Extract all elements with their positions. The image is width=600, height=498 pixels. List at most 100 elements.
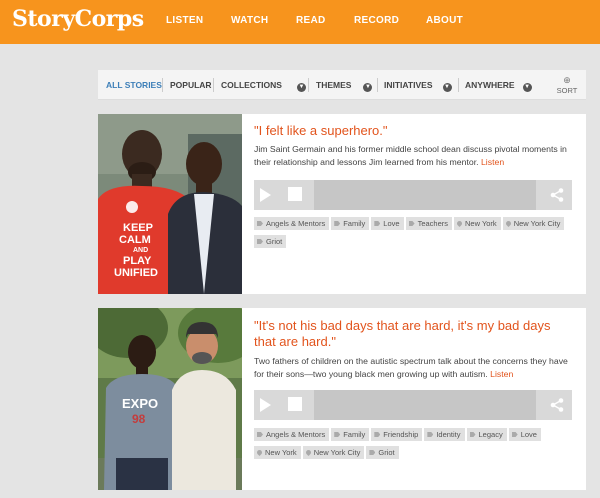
tag-icon xyxy=(408,221,415,226)
chevron-down-icon: ▼ xyxy=(442,83,452,92)
shirt-text: UNIFIED xyxy=(114,267,158,279)
filter-popular[interactable]: POPULAR xyxy=(170,80,212,90)
tag[interactable]: Legacy xyxy=(466,428,507,441)
filter-divider xyxy=(308,78,309,92)
filter-themes[interactable]: THEMES ▼ xyxy=(316,80,373,92)
location-tag[interactable]: New York City xyxy=(302,446,365,459)
tag-icon xyxy=(374,221,381,226)
filter-initiatives[interactable]: INITIATIVES ▼ xyxy=(384,80,452,92)
filter-bar: ALL STORIES POPULAR COLLECTIONS ▼ THEMES ▼… xyxy=(98,70,586,100)
location-label: New York City xyxy=(313,448,361,457)
story-photo[interactable]: EXPO 98 xyxy=(98,308,242,490)
chevron-down-icon: ▼ xyxy=(296,83,306,92)
nav-watch[interactable]: WATCH xyxy=(231,15,268,26)
story-title[interactable]: "It's not his bad days that are hard, it… xyxy=(254,318,574,350)
tag[interactable]: Angels & Mentors xyxy=(254,217,330,230)
tag-label: Family xyxy=(343,219,366,228)
nav-about[interactable]: ABOUT xyxy=(426,15,463,26)
storycorps-logo[interactable]: StoryCorps xyxy=(12,6,144,32)
tag[interactable]: Family xyxy=(331,217,370,230)
story-description: Jim Saint Germain and his former middle … xyxy=(254,143,574,169)
tag[interactable]: Love xyxy=(508,428,541,441)
story-description-text: Two fathers of children on the autistic … xyxy=(254,356,568,379)
nav-read[interactable]: READ xyxy=(296,15,326,26)
location-pin-icon xyxy=(255,448,264,457)
filter-all-stories[interactable]: ALL STORIES xyxy=(106,80,162,90)
location-pin-icon xyxy=(504,219,512,228)
plus-icon: ⊕ xyxy=(563,75,571,85)
location-label: New York City xyxy=(513,219,561,228)
play-icon[interactable] xyxy=(260,188,271,202)
tag-label: Angels & Mentors xyxy=(266,430,326,439)
tag-icon xyxy=(257,432,263,437)
tag-icon xyxy=(257,239,263,244)
story-title[interactable]: "I felt like a superhero." xyxy=(254,123,574,139)
stop-icon[interactable] xyxy=(288,397,302,411)
chevron-down-icon: ▼ xyxy=(522,83,532,92)
filter-initiatives-label: INITIATIVES xyxy=(384,80,433,90)
location-pin-icon xyxy=(304,448,312,457)
tag[interactable]: Identity xyxy=(424,428,465,441)
sort-button[interactable]: ⊕ SORT xyxy=(554,75,580,95)
tag-label: Griot xyxy=(266,237,283,246)
listen-link[interactable]: Listen xyxy=(490,369,513,379)
tag-icon xyxy=(511,432,518,437)
tag-label: Love xyxy=(383,219,400,228)
tag[interactable]: Family xyxy=(331,428,370,441)
story-card: KEEP CALM AND PLAY UNIFIED "I felt like … xyxy=(98,114,586,294)
tag[interactable]: Angels & Mentors xyxy=(254,428,330,441)
story-description-text: Jim Saint Germain and his former middle … xyxy=(254,144,567,167)
listen-link[interactable]: Listen xyxy=(481,157,504,167)
shirt-text: AND xyxy=(133,247,148,254)
shirt-text: 98 xyxy=(132,412,146,426)
location-tag[interactable]: New York xyxy=(454,217,501,230)
shirt-text: EXPO xyxy=(122,396,158,411)
tag[interactable]: Teachers xyxy=(405,217,452,230)
audio-player xyxy=(254,390,572,420)
tag-label: Family xyxy=(343,430,366,439)
shirt-text: KEEP xyxy=(123,222,153,234)
tag-icon xyxy=(257,221,263,226)
location-label: New York xyxy=(265,448,297,457)
filter-themes-label: THEMES xyxy=(316,80,352,90)
tag[interactable]: Love xyxy=(371,217,404,230)
audio-player xyxy=(254,180,572,210)
filter-divider xyxy=(377,78,378,92)
tag-label: Angels & Mentors xyxy=(266,219,326,228)
sort-label: SORT xyxy=(556,86,578,95)
tag-icon xyxy=(374,432,381,437)
tag-label: Love xyxy=(520,430,537,439)
story-photo[interactable]: KEEP CALM AND PLAY UNIFIED xyxy=(98,114,242,294)
progress-bar[interactable] xyxy=(314,180,536,210)
tag-label: Identity xyxy=(436,430,461,439)
tag-list: Angels & Mentors Family Love Teachers New Yo… xyxy=(254,217,574,253)
filter-collections[interactable]: COLLECTIONS ▼ xyxy=(221,80,306,92)
stop-icon[interactable] xyxy=(288,187,302,201)
tag-label: Griot xyxy=(378,448,395,457)
tag-label: Teachers xyxy=(417,219,448,228)
story-description: Two fathers of children on the autistic … xyxy=(254,355,574,381)
filter-divider xyxy=(458,78,459,92)
tag[interactable]: Griot xyxy=(366,446,399,459)
progress-bar[interactable] xyxy=(314,390,536,420)
tag[interactable]: Friendship xyxy=(371,428,423,441)
share-icon[interactable] xyxy=(550,188,564,202)
share-icon[interactable] xyxy=(550,398,564,412)
tag-icon xyxy=(334,221,341,226)
location-tag[interactable]: New York xyxy=(254,446,301,459)
filter-divider xyxy=(162,78,163,92)
filter-anywhere[interactable]: ANYWHERE ▼ xyxy=(465,80,532,92)
filter-divider xyxy=(213,78,214,92)
story-card: EXPO 98 "It's not his bad days that are … xyxy=(98,308,586,490)
play-icon[interactable] xyxy=(260,398,271,412)
tag-icon xyxy=(427,432,434,437)
nav-listen[interactable]: LISTEN xyxy=(166,15,203,26)
location-tag[interactable]: New York City xyxy=(502,217,565,230)
filter-collections-label: COLLECTIONS xyxy=(221,80,282,90)
tag-icon xyxy=(469,432,476,437)
chevron-down-icon: ▼ xyxy=(363,83,373,92)
tag-icon xyxy=(369,450,376,455)
tag[interactable]: Griot xyxy=(254,235,287,248)
nav-record[interactable]: RECORD xyxy=(354,15,399,26)
tag-label: Legacy xyxy=(478,430,503,439)
